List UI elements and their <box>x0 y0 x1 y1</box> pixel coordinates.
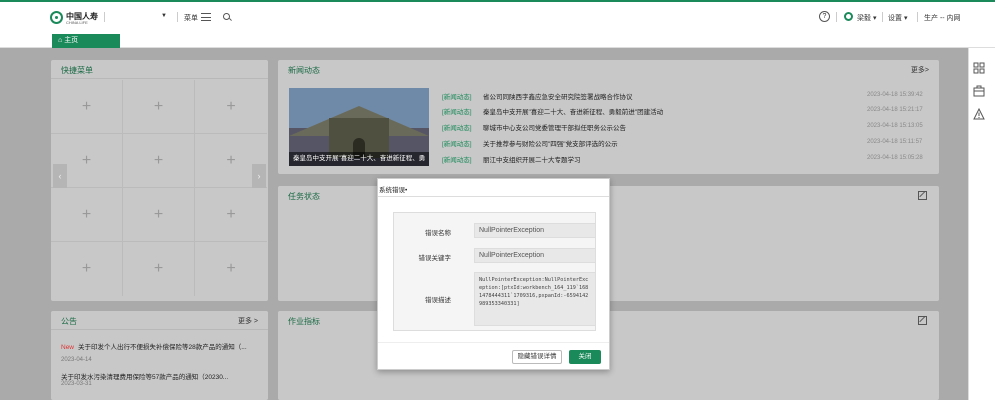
task-status-title: 任务状态 <box>288 192 320 201</box>
dialog-title: 系统错误• <box>379 187 408 194</box>
system-error-dialog: 系统错误• 错误名称 NullPointerException 错误关键字 Nu… <box>377 178 610 370</box>
announcement-item-title[interactable]: 关于印发个人出行不便损失补偿保险等28款产品的通知（... <box>78 344 247 351</box>
news-item-title[interactable]: 省公司同陕西字鑫应急安全研究院签署战略合作协议 <box>483 91 633 101</box>
news-item-tag: [新闻动态] <box>442 125 472 132</box>
news-item-date: 2023-04-18 15:13:05 <box>867 123 923 129</box>
news-item-title[interactable]: 关于推荐参与财险公司"四强"党支部评选的公示 <box>483 138 618 148</box>
error-name-field[interactable]: NullPointerException <box>474 223 596 238</box>
dialog-divider <box>378 196 609 197</box>
user-name[interactable]: 梁毅 ▾ <box>857 13 876 23</box>
quick-menu-grid: + + + + + + + + + + + + ‹ › <box>51 80 268 302</box>
news-carousel-image[interactable]: 秦皇岛中支开展"喜迎二十大、奋进新征程、勇 <box>289 88 429 166</box>
work-metrics-title: 作业指标 <box>288 317 320 326</box>
org-dropdown-caret-icon[interactable]: ▼ <box>161 13 167 19</box>
task-status-edit-icon[interactable] <box>918 191 927 200</box>
quick-menu-add-slot[interactable]: + <box>123 134 195 188</box>
news-more-link[interactable]: 更多> <box>911 65 929 75</box>
news-item-title[interactable]: 秦皇岛中支开展"喜迎二十大、奋进新征程、勇毅前进"团建活动 <box>483 106 663 116</box>
quick-menu-add-slot[interactable]: + <box>195 188 267 242</box>
announcement-more-link[interactable]: 更多 > <box>238 316 258 326</box>
help-icon[interactable]: ? <box>819 11 830 22</box>
news-title: 新闻动态 <box>288 66 320 75</box>
tab-bar: ⌂ 主页 <box>0 32 995 48</box>
quick-menu-add-slot[interactable]: + <box>123 242 195 296</box>
announcement-header: 公告 更多 > <box>51 311 268 330</box>
quick-menu-add-slot[interactable]: + <box>195 80 267 134</box>
news-item-date: 2023-04-18 15:21:17 <box>867 107 923 113</box>
hamburger-menu-icon[interactable] <box>201 13 211 21</box>
quick-menu-add-slot[interactable]: + <box>51 242 123 296</box>
error-keyword-field[interactable]: NullPointerException <box>474 248 596 263</box>
header-divider <box>882 12 883 22</box>
announcement-item[interactable]: 关于印发水污染清理费用保险等57款产品的通知（20230... <box>61 371 228 381</box>
quick-menu-add-slot[interactable]: + <box>51 188 123 242</box>
quick-menu-prev-arrow-icon[interactable]: ‹ <box>53 164 67 188</box>
announcement-item-title[interactable]: 关于印发水污染清理费用保险等57款产品的通知（20230... <box>61 374 228 381</box>
news-item-date: 2023-04-18 15:05:28 <box>867 155 923 161</box>
news-item-tag: [新闻动态] <box>442 94 472 101</box>
news-item-tag: [新闻动态] <box>442 157 472 164</box>
announcement-item-date: 2023-04-14 <box>61 357 92 363</box>
announcement-item-date: 2023-03-31 <box>61 381 92 387</box>
news-item-title[interactable]: 丽江中支组织开展二十大专题学习 <box>483 154 581 164</box>
logo-text-en: CHINA LIFE <box>66 20 88 25</box>
menu-label[interactable]: 菜单 <box>184 13 198 23</box>
settings-menu[interactable]: 设置 ▾ <box>888 13 907 23</box>
news-item-date: 2023-04-18 15:39:42 <box>867 92 923 98</box>
news-item-tag: [新闻动态] <box>442 141 472 148</box>
news-image-caption: 秦皇岛中支开展"喜迎二十大、奋进新征程、勇 <box>289 152 429 166</box>
news-item-date: 2023-04-18 15:11:57 <box>867 139 923 145</box>
app-header: 中国人寿 CHINA LIFE ▼ 菜单 ? 梁毅 ▾ 设置 ▾ 生产 -- 内… <box>0 2 995 32</box>
error-details-box: 错误名称 NullPointerException 错误关键字 NullPoin… <box>393 212 596 331</box>
briefcase-icon[interactable] <box>973 85 985 97</box>
quick-menu-add-slot[interactable]: + <box>195 242 267 296</box>
quick-menu-add-slot[interactable]: + <box>51 80 123 134</box>
news-item-tag: [新闻动态] <box>442 109 472 116</box>
quick-menu-title: 快捷菜单 <box>61 66 93 75</box>
error-description-textarea[interactable]: NullPointerException:NullPointerExceptio… <box>474 272 596 326</box>
tab-home[interactable]: ⌂ 主页 <box>52 34 120 48</box>
announcement-title: 公告 <box>61 317 77 326</box>
header-divider <box>104 12 105 22</box>
error-name-label: 错误名称 <box>425 230 451 237</box>
news-header: 新闻动态 更多> <box>278 60 939 79</box>
header-divider <box>836 12 837 22</box>
user-avatar-icon[interactable] <box>844 12 853 21</box>
announcement-item[interactable]: New 关于印发个人出行不便损失补偿保险等28款产品的通知（... <box>61 341 247 351</box>
warning-icon[interactable] <box>973 108 985 120</box>
right-toolbar <box>968 48 995 400</box>
quick-menu-add-slot[interactable]: + <box>123 80 195 134</box>
grid-apps-icon[interactable] <box>973 62 985 74</box>
china-life-logo-icon <box>50 11 63 24</box>
quick-menu-header: 快捷菜单 <box>51 60 268 79</box>
header-divider <box>177 12 178 22</box>
quick-menu-add-slot[interactable]: + <box>123 188 195 242</box>
close-button[interactable]: 关闭 <box>569 350 601 364</box>
china-life-logo[interactable]: 中国人寿 CHINA LIFE <box>50 10 100 26</box>
error-description-label: 错误描述 <box>425 297 451 304</box>
hide-error-details-button[interactable]: 隐藏错误详情 <box>512 350 562 364</box>
work-metrics-edit-icon[interactable] <box>918 316 927 325</box>
dialog-footer-divider <box>378 342 609 343</box>
error-keyword-label: 错误关键字 <box>418 255 452 262</box>
search-icon[interactable] <box>223 13 230 20</box>
tab-home-label: 主页 <box>64 37 79 44</box>
news-item-title[interactable]: 聊城市中心支公司党委管理干部拟任职务公示公告 <box>483 122 626 132</box>
header-divider <box>917 12 918 22</box>
new-badge: New <box>61 344 75 351</box>
environment-label: 生产 -- 内网 <box>924 15 961 22</box>
quick-menu-next-arrow-icon[interactable]: › <box>252 164 266 188</box>
